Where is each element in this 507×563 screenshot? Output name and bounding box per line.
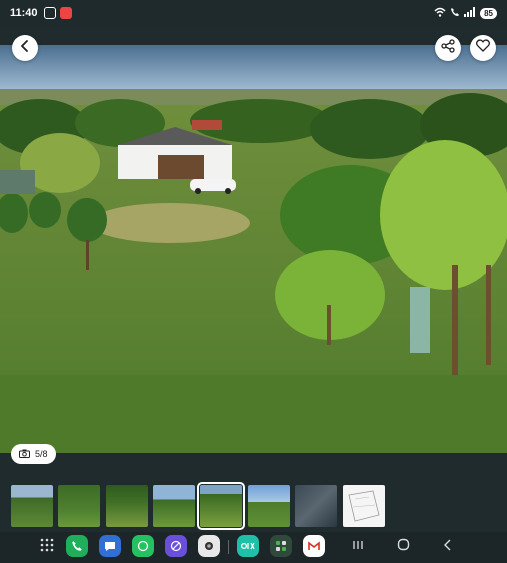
photo-counter: 5/8 — [11, 444, 56, 464]
thumbnail-active[interactable] — [197, 482, 245, 530]
phone-app-icon[interactable] — [66, 535, 88, 557]
share-button[interactable] — [435, 35, 461, 61]
screenshot-icon — [43, 7, 56, 19]
app-notification-icon — [59, 7, 72, 19]
favorite-button[interactable] — [470, 35, 496, 61]
dock-divider — [228, 540, 229, 554]
camera-icon — [19, 449, 30, 460]
multi-app-icon[interactable] — [270, 535, 292, 557]
status-time: 11:40 — [10, 7, 38, 19]
thumbnail[interactable] — [11, 485, 53, 527]
camera-app-icon[interactable] — [198, 535, 220, 557]
thumbnail-map[interactable] — [295, 485, 337, 527]
system-dock — [0, 532, 507, 563]
thumbnail-plan[interactable] — [343, 485, 385, 527]
heart-icon — [475, 39, 491, 57]
app-drawer-icon[interactable] — [40, 538, 54, 556]
gmail-app-icon[interactable] — [303, 535, 325, 557]
wifi-icon — [434, 7, 446, 19]
browser-app-icon[interactable] — [165, 535, 187, 557]
home-button[interactable] — [397, 538, 410, 554]
call-icon — [450, 7, 460, 19]
system-back-button[interactable] — [443, 538, 453, 554]
thumbnail[interactable] — [248, 485, 290, 527]
screen: 11:40 85 5/8 — [0, 0, 507, 563]
battery-indicator: 85 — [480, 7, 497, 19]
status-right: 85 — [434, 7, 497, 19]
thumbnail[interactable] — [58, 485, 100, 527]
thumbnail-strip — [0, 474, 507, 534]
messages-app-icon[interactable] — [99, 535, 121, 557]
status-bar: 11:40 85 — [0, 0, 507, 26]
whatsapp-app-icon[interactable] — [132, 535, 154, 557]
back-arrow-icon — [19, 39, 31, 57]
thumbnail[interactable] — [106, 485, 148, 527]
photo-counter-text: 5/8 — [35, 449, 48, 459]
recent-apps-button[interactable] — [352, 538, 364, 554]
back-button[interactable] — [12, 35, 38, 61]
olx-app-icon[interactable] — [237, 535, 259, 557]
listing-photo[interactable] — [0, 45, 507, 453]
share-icon — [441, 38, 455, 58]
signal-icon — [464, 7, 476, 19]
thumbnail[interactable] — [153, 485, 195, 527]
